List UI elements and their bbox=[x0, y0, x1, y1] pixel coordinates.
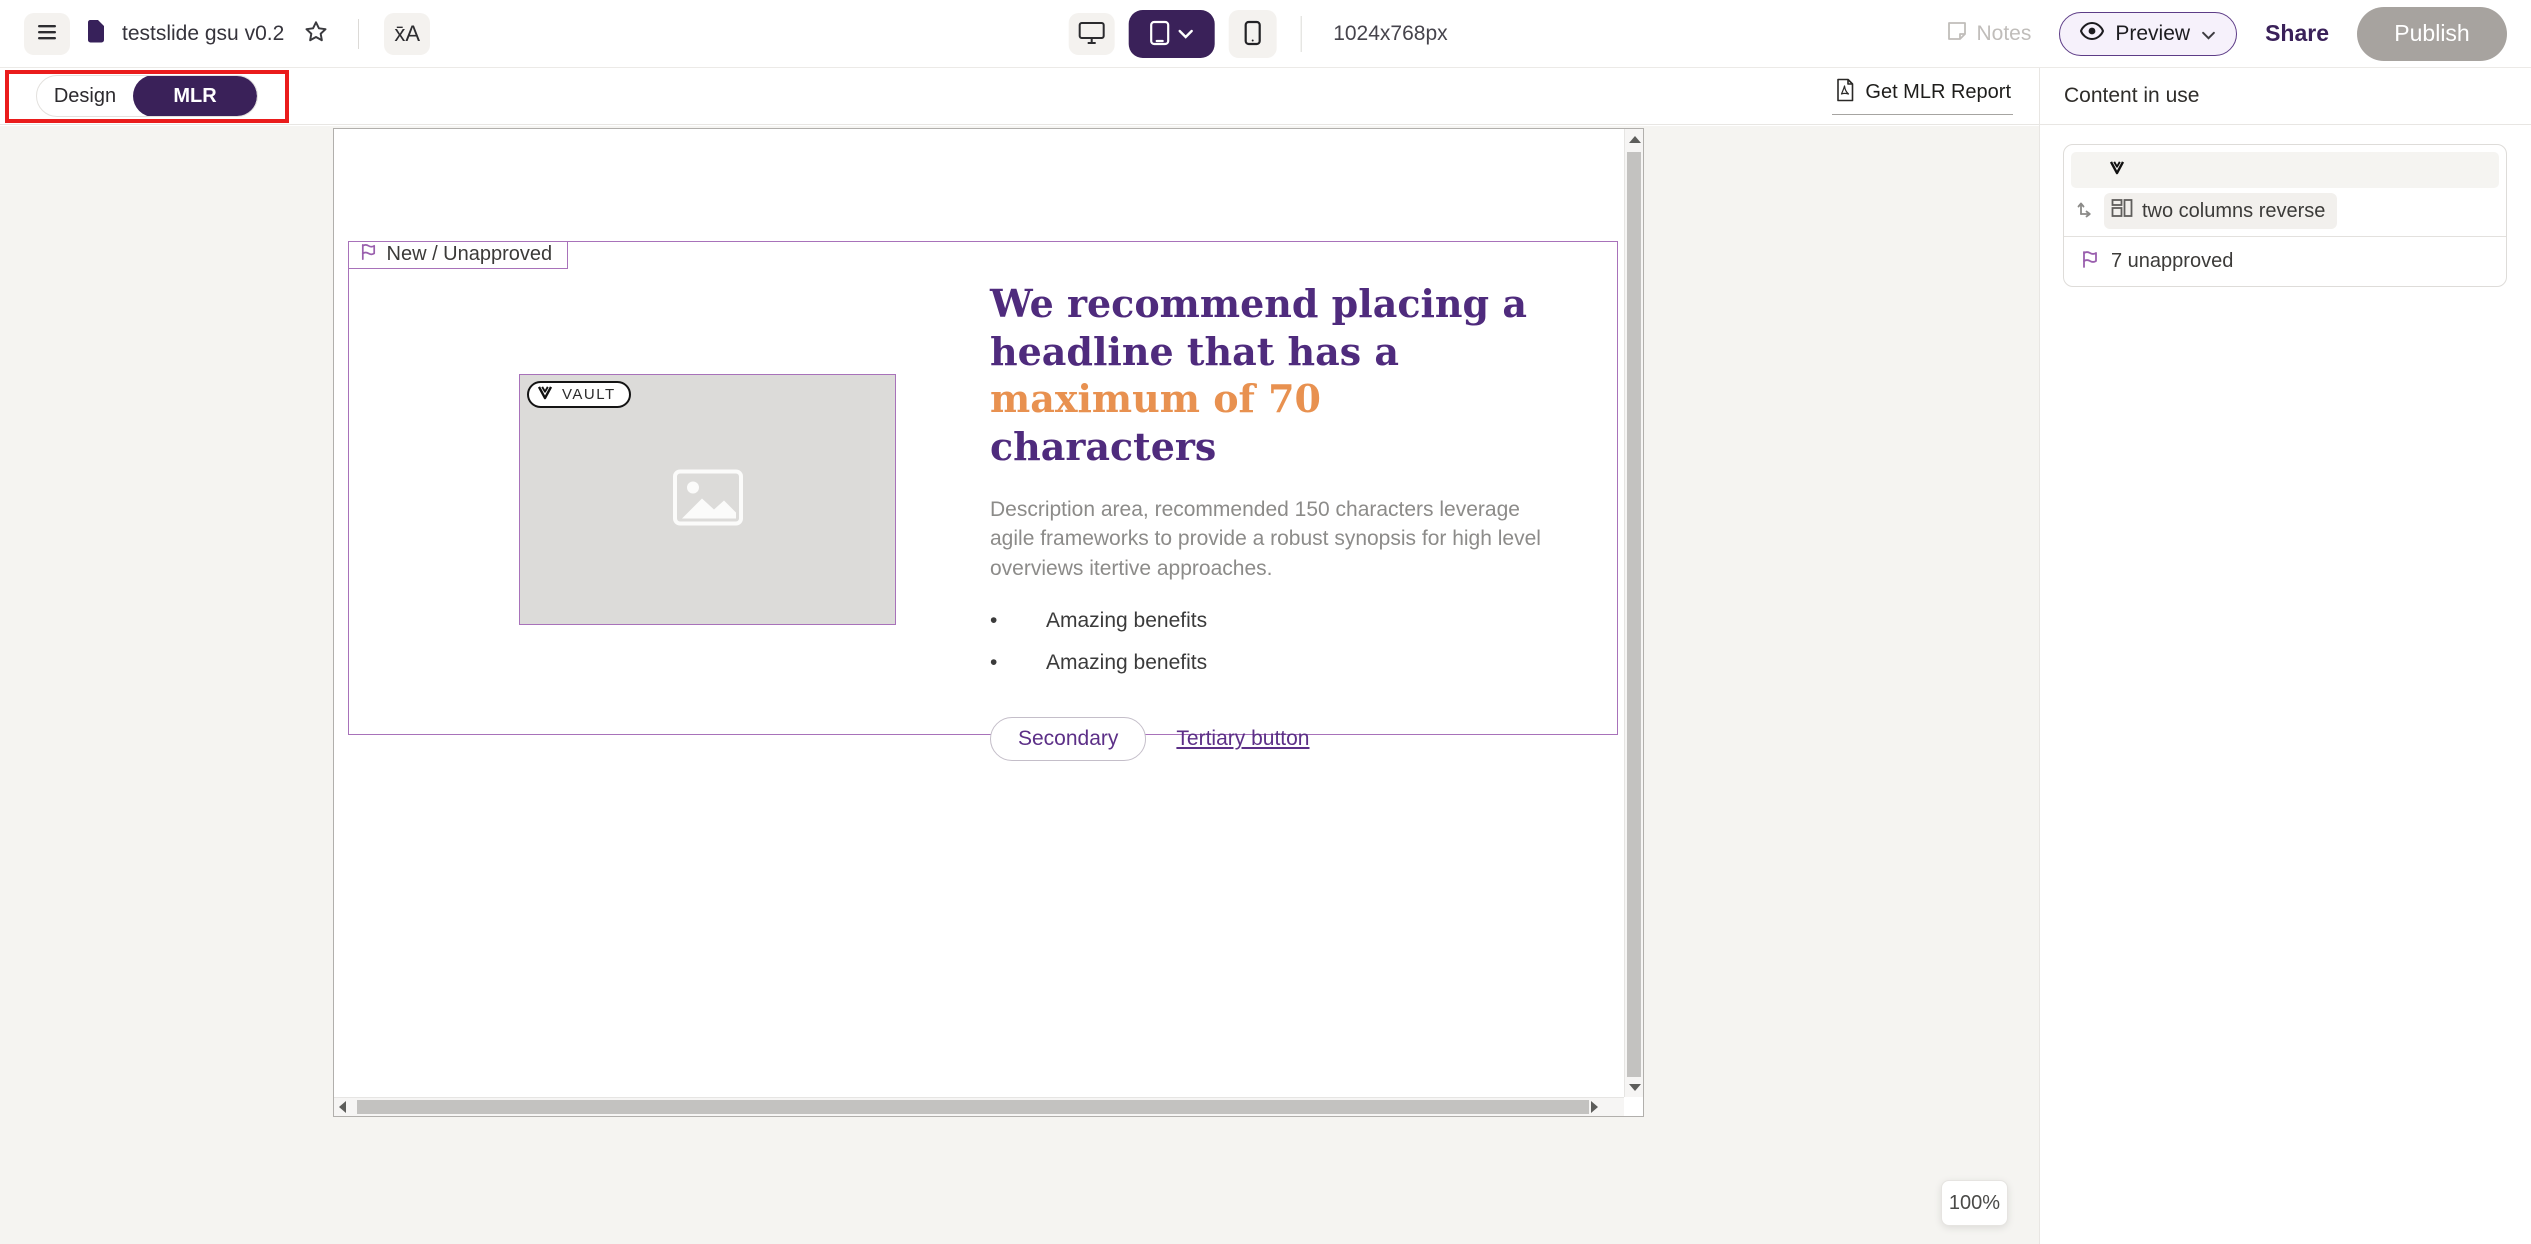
bullet-text: Amazing benefits bbox=[1046, 651, 1207, 675]
unapproved-label: 7 unapproved bbox=[2111, 250, 2233, 273]
monitor-icon bbox=[1077, 20, 1105, 49]
chevron-down-icon bbox=[2201, 22, 2216, 46]
horizontal-scrollbar[interactable] bbox=[334, 1097, 1624, 1116]
scroll-up-arrow[interactable] bbox=[1629, 136, 1641, 143]
slide-headline[interactable]: We recommend placing a headline that has… bbox=[990, 280, 1555, 470]
vault-badge[interactable]: VAULT bbox=[527, 381, 631, 408]
favorite-star-button[interactable] bbox=[299, 17, 333, 51]
component-label: two columns reverse bbox=[2142, 200, 2325, 223]
panel-header: Content in use bbox=[2040, 68, 2531, 125]
slide-description[interactable]: Description area, recommended 150 charac… bbox=[990, 495, 1546, 583]
preview-button[interactable]: Preview bbox=[2059, 12, 2237, 56]
document-icon bbox=[85, 19, 107, 48]
chevron-down-icon bbox=[1178, 27, 1194, 42]
headline-part-2: maximum of 70 bbox=[990, 376, 1321, 421]
image-placeholder[interactable]: VAULT bbox=[519, 374, 896, 625]
get-mlr-report-button[interactable]: Get MLR Report bbox=[1832, 78, 2013, 115]
hamburger-icon bbox=[35, 20, 59, 47]
flag-icon bbox=[2080, 249, 2100, 275]
scroll-left-arrow[interactable] bbox=[339, 1101, 346, 1113]
vertical-scrollbar[interactable] bbox=[1624, 129, 1643, 1097]
translate-icon: x̄A bbox=[394, 21, 420, 47]
usage-card: two columns reverse 7 unapproved bbox=[2063, 144, 2507, 287]
component-pill[interactable]: two columns reverse bbox=[2104, 193, 2337, 229]
list-item[interactable]: • Amazing benefits bbox=[990, 651, 1555, 693]
bullet-glyph: • bbox=[990, 651, 1046, 675]
benefit-list: • Amazing benefits • Amazing benefits bbox=[990, 609, 1555, 693]
eye-icon bbox=[2080, 22, 2104, 46]
status-badge[interactable]: New / Unapproved bbox=[348, 241, 569, 269]
preview-label: Preview bbox=[2115, 22, 2190, 46]
vault-v-icon bbox=[2109, 160, 2125, 180]
vault-source-row[interactable] bbox=[2071, 152, 2499, 188]
mobile-device-button[interactable] bbox=[1228, 10, 1276, 58]
slide-selection-region[interactable]: New / Unapproved VAULT We recommend plac… bbox=[348, 241, 1618, 735]
tertiary-button[interactable]: Tertiary button bbox=[1176, 727, 1309, 751]
bullet-glyph: • bbox=[990, 609, 1046, 633]
horizontal-scroll-thumb[interactable] bbox=[357, 1100, 1589, 1114]
tablet-icon bbox=[1149, 20, 1171, 49]
status-label: New / Unapproved bbox=[387, 243, 553, 266]
two-columns-layout-icon bbox=[2111, 198, 2133, 224]
phone-icon bbox=[1243, 20, 1261, 49]
publish-button[interactable]: Publish bbox=[2357, 7, 2507, 61]
vault-label: VAULT bbox=[562, 386, 616, 403]
vertical-scroll-thumb[interactable] bbox=[1627, 152, 1641, 1077]
slide-text-column: We recommend placing a headline that has… bbox=[990, 280, 1555, 761]
desktop-device-button[interactable] bbox=[1068, 13, 1114, 55]
star-icon bbox=[303, 19, 329, 48]
workspace-bar: Design MLR Get MLR Report bbox=[0, 68, 2039, 125]
image-icon bbox=[672, 468, 744, 531]
device-switcher: 1024x768px bbox=[1068, 0, 1447, 68]
notes-button[interactable]: Notes bbox=[1946, 20, 2032, 48]
mode-toggle: Design MLR bbox=[36, 75, 258, 117]
topbar-left-cluster: testslide gsu v0.2 x̄A bbox=[24, 13, 430, 55]
file-title: testslide gsu v0.2 bbox=[122, 22, 284, 46]
share-button[interactable]: Share bbox=[2265, 20, 2329, 47]
scroll-down-arrow[interactable] bbox=[1629, 1084, 1641, 1091]
cta-row: Secondary Tertiary button bbox=[990, 717, 1555, 761]
secondary-button[interactable]: Secondary bbox=[990, 717, 1146, 761]
vault-v-icon bbox=[537, 385, 553, 405]
tab-design[interactable]: Design bbox=[37, 85, 133, 108]
flag-icon bbox=[359, 242, 378, 267]
component-row: two columns reverse bbox=[2071, 191, 2499, 231]
tablet-device-button[interactable] bbox=[1128, 10, 1214, 58]
translate-button[interactable]: x̄A bbox=[384, 13, 430, 55]
device-divider bbox=[1300, 16, 1301, 52]
app-window: testslide gsu v0.2 x̄A bbox=[0, 0, 2531, 1244]
resolution-label: 1024x768px bbox=[1333, 22, 1447, 46]
get-mlr-report-label: Get MLR Report bbox=[1865, 81, 2011, 104]
headline-part-3: characters bbox=[990, 424, 1216, 469]
headline-part-1: We recommend placing a headline that has… bbox=[990, 281, 1527, 374]
hamburger-menu-button[interactable] bbox=[24, 13, 70, 55]
note-icon bbox=[1946, 20, 1968, 48]
hierarchy-arrow-icon bbox=[2075, 199, 2095, 224]
zoom-level-indicator[interactable]: 100% bbox=[1941, 1180, 2008, 1226]
notes-label: Notes bbox=[1977, 22, 2032, 46]
tab-mlr[interactable]: MLR bbox=[133, 75, 257, 117]
slide-canvas-frame: New / Unapproved VAULT We recommend plac… bbox=[333, 128, 1644, 1117]
usage-card-top: two columns reverse bbox=[2064, 145, 2506, 236]
bullet-text: Amazing benefits bbox=[1046, 609, 1207, 633]
list-item[interactable]: • Amazing benefits bbox=[990, 609, 1555, 651]
scroll-right-arrow[interactable] bbox=[1591, 1101, 1598, 1113]
pdf-file-icon bbox=[1834, 78, 1856, 108]
top-bar: testslide gsu v0.2 x̄A bbox=[0, 0, 2531, 68]
topbar-right-cluster: Notes Preview Share Publish bbox=[1946, 7, 2508, 61]
unapproved-row[interactable]: 7 unapproved bbox=[2064, 237, 2506, 286]
topbar-divider bbox=[358, 19, 359, 49]
content-in-use-panel: Content in use two columns bbox=[2039, 68, 2531, 1244]
canvas-area: New / Unapproved VAULT We recommend plac… bbox=[0, 126, 2039, 1244]
